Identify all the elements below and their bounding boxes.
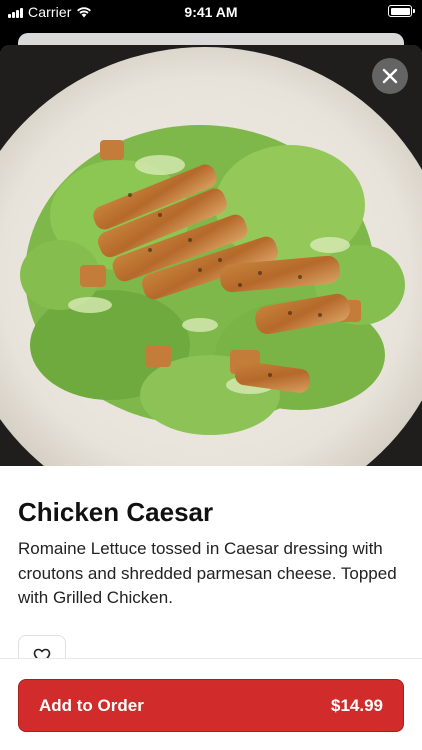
- item-title: Chicken Caesar: [18, 497, 214, 527]
- add-to-order-button[interactable]: Add to Order $14.99: [18, 679, 404, 732]
- status-bar: Carrier 9:41 AM: [0, 0, 422, 26]
- item-photo: [0, 45, 422, 466]
- bottom-action-bar: Add to Order $14.99: [0, 658, 422, 750]
- battery-level: [390, 7, 410, 15]
- item-price: $14.99: [331, 695, 383, 715]
- clock: 9:41 AM: [184, 4, 238, 20]
- battery-icon: [388, 5, 415, 17]
- item-description: Romaine Lettuce tossed in Caesar dressin…: [18, 539, 397, 607]
- add-to-order-label: Add to Order: [39, 695, 144, 715]
- close-button[interactable]: [372, 58, 408, 94]
- close-icon: [382, 68, 398, 84]
- salad-photo: [0, 45, 422, 466]
- item-detail-modal: Chicken Caesar Romaine Lettuce tossed in…: [0, 45, 422, 750]
